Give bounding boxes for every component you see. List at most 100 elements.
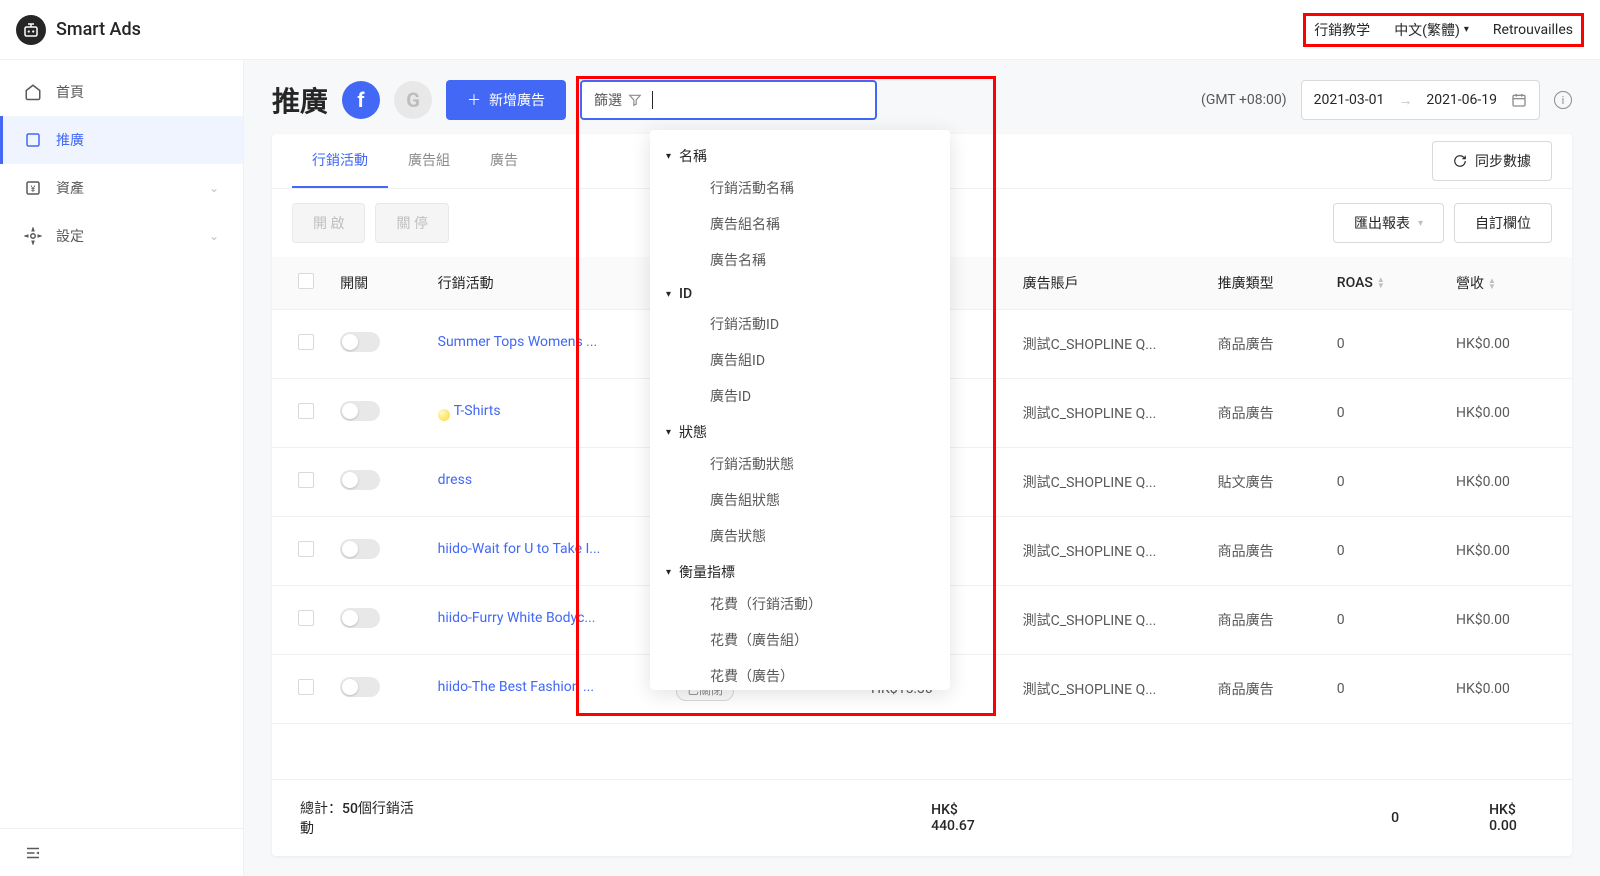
- google-channel-button[interactable]: G: [394, 81, 432, 119]
- row-roas: 0: [1323, 655, 1442, 724]
- custom-columns-button[interactable]: 自訂欄位: [1454, 203, 1552, 243]
- logo-icon: [16, 15, 46, 45]
- row-toggle[interactable]: [340, 539, 380, 559]
- row-checkbox[interactable]: [298, 334, 314, 350]
- filter-dropdown: ▾名稱 行銷活動名稱 廣告組名稱 廣告名稱 ▾ID 行銷活動ID 廣告組ID 廣…: [650, 130, 950, 690]
- row-account: 測試C_SHOPLINE Q...: [1009, 310, 1204, 379]
- campaign-link[interactable]: hiido-Wait for U to Take I...: [438, 541, 601, 557]
- filter-option[interactable]: 廣告組ID: [650, 342, 950, 378]
- caret-down-icon: ▾: [666, 567, 671, 578]
- tab-campaigns[interactable]: 行銷活動: [292, 134, 388, 188]
- page-header: 推廣 f G ＋ 新增廣告 篩選 ▾名稱 行銷活動名: [244, 60, 1600, 134]
- filter-group[interactable]: ▾狀態: [650, 414, 950, 446]
- chevron-down-icon: ⌄: [209, 181, 219, 195]
- campaign-link[interactable]: hiido-The Best Fashion ...: [438, 679, 594, 695]
- filter-input-box[interactable]: 篩選: [580, 80, 877, 120]
- row-toggle[interactable]: [340, 677, 380, 697]
- filter-group[interactable]: ▾名稱: [650, 138, 950, 170]
- info-icon[interactable]: i: [1554, 91, 1572, 109]
- tab-adsets[interactable]: 廣告組: [388, 134, 470, 188]
- col-type: 推廣類型: [1204, 257, 1323, 310]
- filter-option[interactable]: 花費（行銷活動）: [650, 586, 950, 622]
- campaign-link[interactable]: hiido-Furry White Bodyc...: [438, 610, 596, 626]
- row-type: 貼文廣告: [1204, 448, 1323, 517]
- filter-icon: [628, 93, 642, 107]
- language-selector[interactable]: 中文(繁體) ▾: [1394, 20, 1469, 40]
- select-all-checkbox[interactable]: [298, 273, 314, 289]
- page-title: 推廣: [272, 80, 328, 120]
- filter-option[interactable]: 廣告名稱: [650, 242, 950, 278]
- collapse-sidebar-button[interactable]: [0, 828, 243, 876]
- row-toggle[interactable]: [340, 470, 380, 490]
- row-roas: 0: [1323, 448, 1442, 517]
- row-type: 商品廣告: [1204, 586, 1323, 655]
- filter-option[interactable]: 花費（廣告）: [650, 658, 950, 690]
- sidebar-item-assets[interactable]: ¥ 資產 ⌄: [0, 164, 243, 212]
- sync-data-button[interactable]: 同步數據: [1432, 141, 1552, 181]
- row-toggle[interactable]: [340, 401, 380, 421]
- row-revenue: HK$0.00: [1442, 586, 1572, 655]
- caret-down-icon: ▾: [666, 151, 671, 162]
- row-checkbox[interactable]: [298, 403, 314, 419]
- sidebar-item-settings[interactable]: 設定 ⌄: [0, 212, 243, 260]
- table-footer: 總計：50個行銷活動 HK$ 440.67 0 HK$ 0.00: [272, 779, 1572, 856]
- user-name[interactable]: Retrouvailles: [1493, 22, 1573, 38]
- total-revenue: HK$ 0.00: [1489, 802, 1544, 834]
- filter-option[interactable]: 行銷活動狀態: [650, 446, 950, 482]
- row-checkbox[interactable]: [298, 610, 314, 626]
- timezone-label: (GMT +08:00): [1201, 92, 1287, 108]
- tutorial-link[interactable]: 行銷教学: [1314, 20, 1370, 40]
- export-button[interactable]: 匯出報表 ▾: [1333, 203, 1444, 243]
- sidebar-item-home[interactable]: 首頁: [0, 68, 243, 116]
- filter-option[interactable]: 行銷活動ID: [650, 306, 950, 342]
- date-range-picker[interactable]: 2021-03-01 → 2021-06-19: [1301, 80, 1540, 120]
- row-revenue: HK$0.00: [1442, 517, 1572, 586]
- row-toggle[interactable]: [340, 608, 380, 628]
- row-revenue: HK$0.00: [1442, 310, 1572, 379]
- filter-group[interactable]: ▾ID: [650, 278, 950, 306]
- row-account: 測試C_SHOPLINE Q...: [1009, 517, 1204, 586]
- filter-option[interactable]: 廣告組名稱: [650, 206, 950, 242]
- row-type: 商品廣告: [1204, 655, 1323, 724]
- row-roas: 0: [1323, 586, 1442, 655]
- row-roas: 0: [1323, 517, 1442, 586]
- sidebar-item-promotion[interactable]: 推廣: [0, 116, 243, 164]
- col-roas[interactable]: ROAS▲▼: [1323, 257, 1442, 310]
- asset-icon: ¥: [24, 179, 42, 197]
- filter-group[interactable]: ▾衡量指標: [650, 554, 950, 586]
- campaign-link[interactable]: T-Shirts: [454, 403, 501, 419]
- filter-option[interactable]: 行銷活動名稱: [650, 170, 950, 206]
- filter-input[interactable]: [663, 82, 863, 118]
- campaign-link[interactable]: dress: [438, 472, 472, 488]
- filter-option[interactable]: 花費（廣告組）: [650, 622, 950, 658]
- filter-label: 篩選: [594, 90, 642, 110]
- row-revenue: HK$0.00: [1442, 655, 1572, 724]
- tab-ads[interactable]: 廣告: [470, 134, 538, 188]
- row-roas: 0: [1323, 379, 1442, 448]
- row-checkbox[interactable]: [298, 541, 314, 557]
- disable-button[interactable]: 關 停: [375, 203, 448, 243]
- filter-option[interactable]: 廣告ID: [650, 378, 950, 414]
- date-to: 2021-06-19: [1426, 92, 1497, 108]
- row-account: 測試C_SHOPLINE Q...: [1009, 448, 1204, 517]
- add-campaign-button[interactable]: ＋ 新增廣告: [446, 80, 566, 120]
- logo[interactable]: Smart Ads: [16, 15, 141, 45]
- sidebar: 首頁 推廣 ¥ 資產 ⌄ 設定 ⌄: [0, 60, 244, 876]
- header-actions: 行銷教学 中文(繁體) ▾ Retrouvailles: [1303, 13, 1584, 47]
- row-account: 測試C_SHOPLINE Q...: [1009, 586, 1204, 655]
- filter-option[interactable]: 廣告狀態: [650, 518, 950, 554]
- col-revenue[interactable]: 營收▲▼: [1442, 257, 1572, 310]
- enable-button[interactable]: 開 啟: [292, 203, 365, 243]
- main-content: 推廣 f G ＋ 新增廣告 篩選 ▾名稱 行銷活動名: [244, 60, 1600, 876]
- row-revenue: HK$0.00: [1442, 379, 1572, 448]
- date-from: 2021-03-01: [1314, 92, 1385, 108]
- row-toggle[interactable]: [340, 332, 380, 352]
- filter-option[interactable]: 廣告組狀態: [650, 482, 950, 518]
- col-account: 廣告賬戶: [1009, 257, 1204, 310]
- sidebar-label: 推廣: [56, 130, 84, 150]
- facebook-channel-button[interactable]: f: [342, 81, 380, 119]
- row-checkbox[interactable]: [298, 679, 314, 695]
- campaign-link[interactable]: Summer Tops Womens ...: [438, 334, 598, 350]
- row-account: 測試C_SHOPLINE Q...: [1009, 379, 1204, 448]
- row-checkbox[interactable]: [298, 472, 314, 488]
